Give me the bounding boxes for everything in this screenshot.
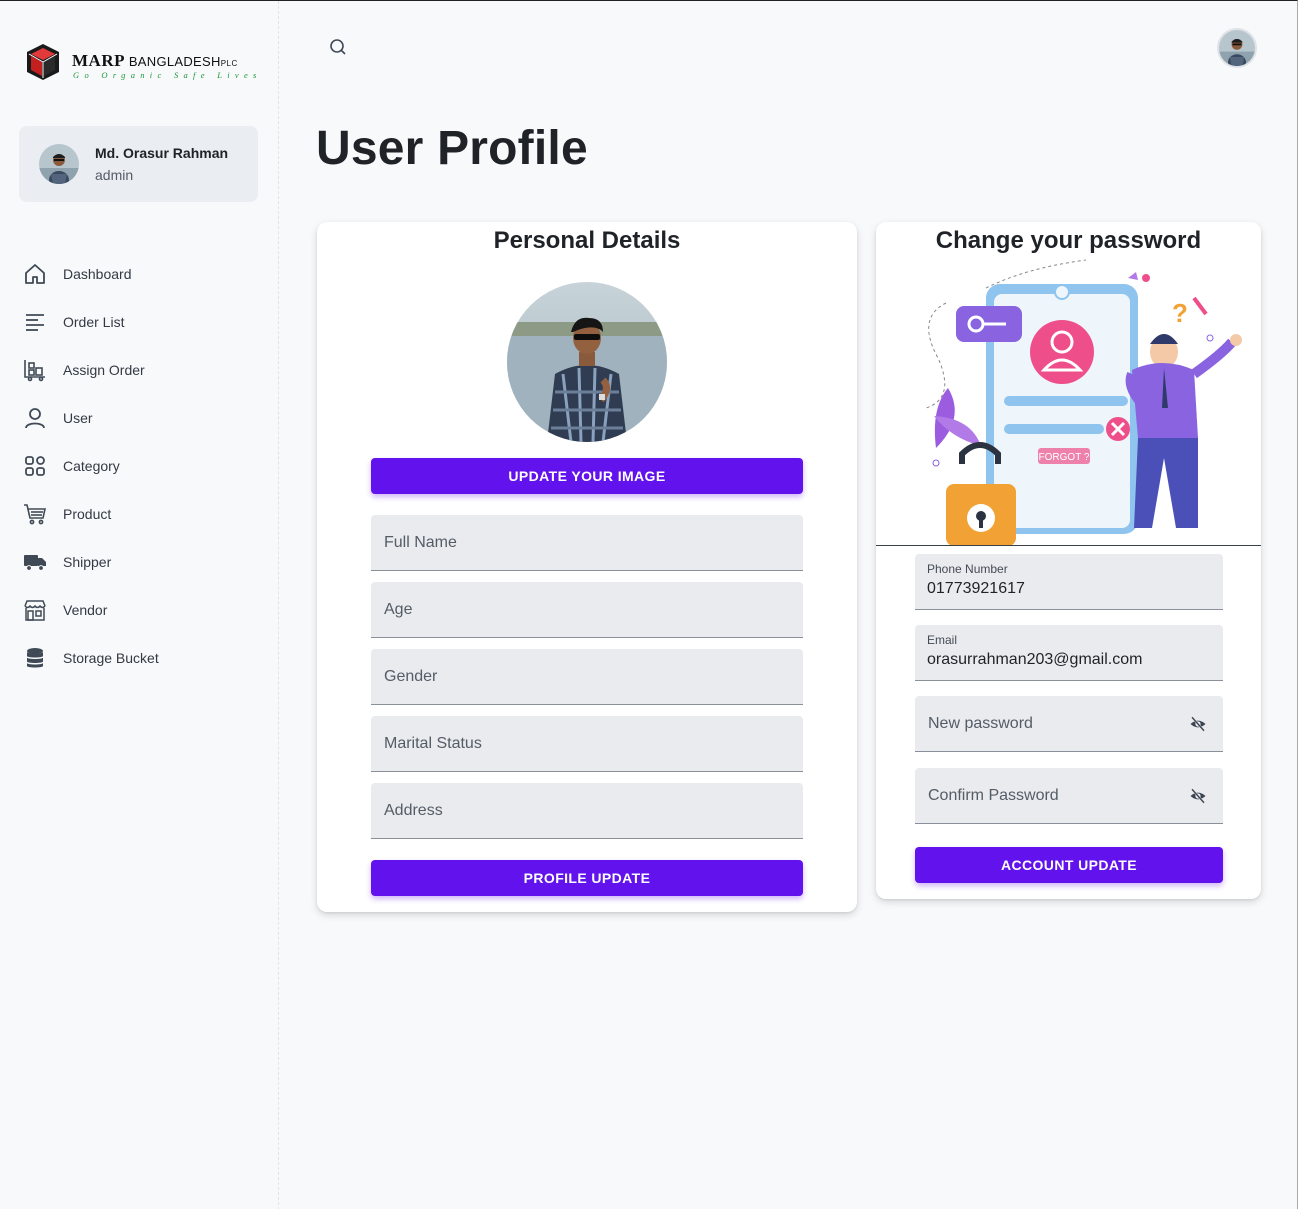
- user-icon: [25, 408, 45, 429]
- sidebar-item-label: Product: [63, 506, 112, 522]
- sidebar-item-label: Assign Order: [63, 362, 145, 378]
- svg-text:?: ?: [1172, 298, 1188, 328]
- profile-photo: [507, 282, 667, 442]
- sidebar: MARP BANGLADESHPLC Go Organic Safe Lives…: [0, 1, 279, 1209]
- update-image-button[interactable]: UPDATE YOUR IMAGE: [371, 458, 803, 494]
- user-role: admin: [95, 167, 134, 183]
- assign-order-icon: [24, 360, 45, 382]
- sidebar-item-product[interactable]: Product: [0, 490, 278, 538]
- brand-name: MARP BANGLADESHPLC: [72, 51, 238, 70]
- age-field[interactable]: Age: [371, 582, 803, 638]
- cube-logo-icon: [27, 44, 59, 80]
- email-field[interactable]: Email orasurrahman203@gmail.com: [915, 625, 1223, 681]
- card-title: Personal Details: [493, 227, 681, 254]
- sidebar-item-label: Shipper: [63, 554, 112, 570]
- field-placeholder: Gender: [384, 668, 438, 685]
- list-icon: [26, 314, 44, 331]
- search-icon: [330, 39, 346, 55]
- profile-photo-icon: [507, 282, 667, 442]
- account-update-button[interactable]: ACCOUNT UPDATE: [915, 847, 1223, 883]
- avatar: [39, 144, 79, 184]
- sidebar-item-shipper[interactable]: Shipper: [0, 538, 278, 586]
- cart-icon: [24, 504, 46, 525]
- field-label: Phone Number: [927, 562, 1008, 576]
- store-icon: [24, 600, 46, 621]
- sidebar-nav: Dashboard Order List Assign Order User C…: [0, 250, 278, 682]
- sidebar-item-label: Storage Bucket: [63, 650, 159, 666]
- field-value: 01773921617: [927, 580, 1025, 597]
- avatar-photo-icon: [1219, 30, 1255, 66]
- profile-update-button[interactable]: PROFILE UPDATE: [371, 860, 803, 896]
- brand-logo[interactable]: MARP BANGLADESHPLC Go Organic Safe Lives: [26, 43, 271, 85]
- database-icon: [27, 648, 43, 668]
- avatar-photo-icon: [39, 144, 79, 184]
- field-placeholder: Address: [384, 802, 443, 819]
- address-field[interactable]: Address: [371, 783, 803, 839]
- sidebar-item-label: Order List: [63, 314, 125, 330]
- sidebar-item-order-list[interactable]: Order List: [0, 298, 278, 346]
- gender-field[interactable]: Gender: [371, 649, 803, 705]
- user-name: Md. Orasur Rahman: [95, 145, 229, 161]
- category-icon: [25, 456, 45, 476]
- sidebar-item-label: Category: [63, 458, 120, 474]
- card-title: Change your password: [935, 227, 1202, 254]
- account-avatar-button[interactable]: [1217, 28, 1257, 68]
- sidebar-item-assign-order[interactable]: Assign Order: [0, 346, 278, 394]
- field-placeholder: Age: [384, 601, 413, 618]
- field-placeholder: New password: [928, 715, 1033, 732]
- sidebar-item-user[interactable]: User: [0, 394, 278, 442]
- confirm-password-field[interactable]: Confirm Password: [915, 768, 1223, 824]
- eye-off-icon[interactable]: [1189, 787, 1207, 805]
- sidebar-item-label: Dashboard: [63, 266, 132, 282]
- field-placeholder: Confirm Password: [928, 787, 1059, 804]
- home-icon: [25, 264, 45, 284]
- field-placeholder: Full Name: [384, 534, 457, 551]
- sidebar-item-dashboard[interactable]: Dashboard: [0, 250, 278, 298]
- brand-tagline: Go Organic Safe Lives: [73, 70, 262, 80]
- new-password-field[interactable]: New password: [915, 696, 1223, 752]
- sidebar-item-label: User: [63, 410, 93, 426]
- forgot-password-illustration: FORGOT ? ?: [876, 258, 1261, 546]
- field-label: Email: [927, 633, 958, 647]
- sidebar-item-storage-bucket[interactable]: Storage Bucket: [0, 634, 278, 682]
- field-placeholder: Marital Status: [384, 735, 482, 752]
- change-password-card: Change your password FORGOT ? ? Phone Nu…: [876, 222, 1261, 899]
- truck-icon: [24, 555, 46, 571]
- sidebar-item-vendor[interactable]: Vendor: [0, 586, 278, 634]
- sidebar-item-category[interactable]: Category: [0, 442, 278, 490]
- field-value: orasurrahman203@gmail.com: [927, 651, 1143, 668]
- sidebar-item-label: Vendor: [63, 602, 108, 618]
- forgot-label: FORGOT ?: [1039, 452, 1090, 463]
- full-name-field[interactable]: Full Name: [371, 515, 803, 571]
- eye-off-icon[interactable]: [1189, 715, 1207, 733]
- user-card[interactable]: Md. Orasur Rahman admin: [19, 126, 258, 202]
- search-button[interactable]: [326, 35, 350, 59]
- page-title: User Profile: [316, 122, 588, 175]
- phone-number-field[interactable]: Phone Number 01773921617: [915, 554, 1223, 610]
- marital-status-field[interactable]: Marital Status: [371, 716, 803, 772]
- password-illustration-icon: FORGOT ? ?: [876, 258, 1261, 545]
- personal-details-card: Personal Details UPDATE YOUR IMAGE Full …: [317, 222, 857, 912]
